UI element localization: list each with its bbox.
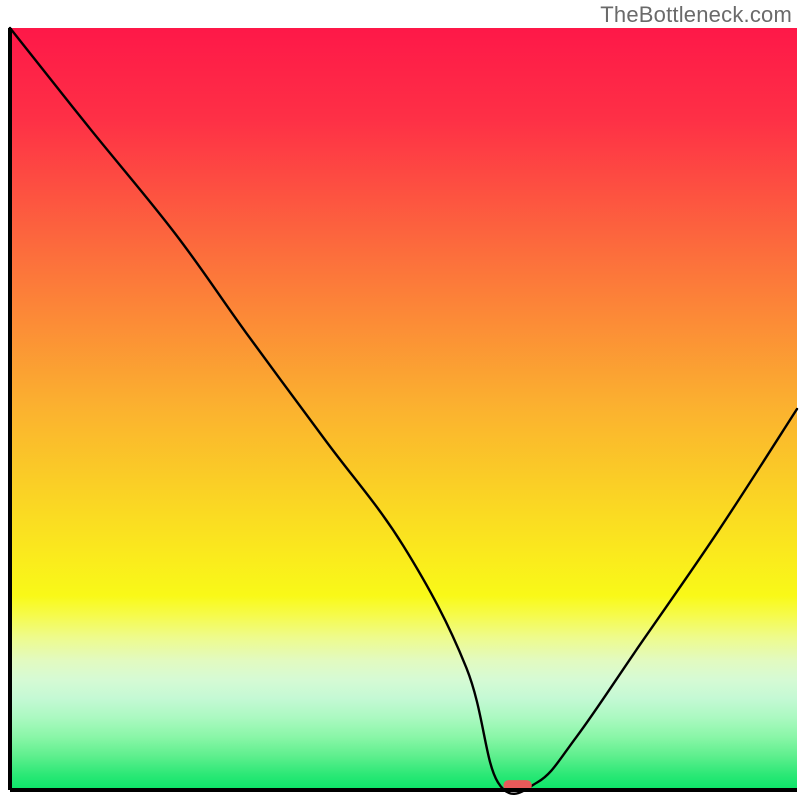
bottleneck-chart: TheBottleneck.com [0,0,800,800]
plot-background [10,28,797,790]
chart-svg [0,0,800,800]
watermark-text: TheBottleneck.com [600,2,792,28]
